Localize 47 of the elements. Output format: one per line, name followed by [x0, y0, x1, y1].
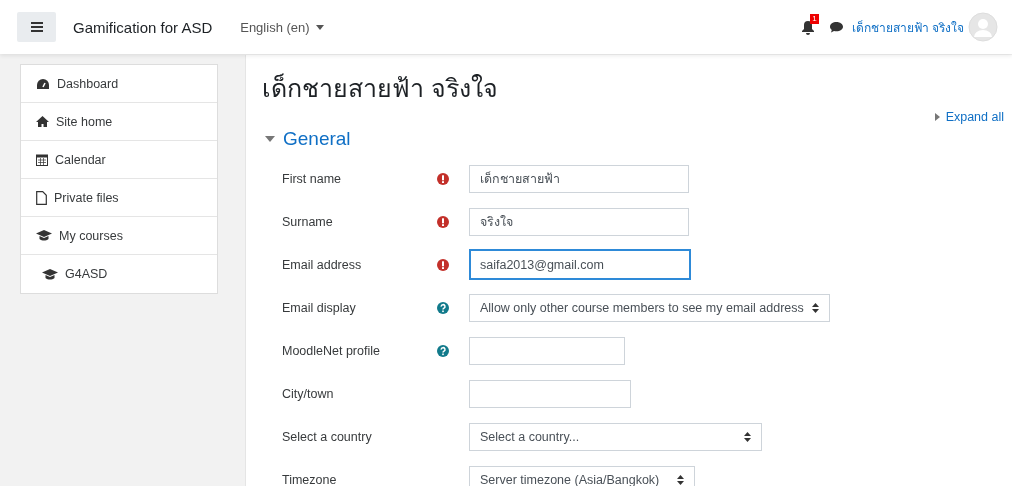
page-title: เด็กชายสายฟ้า จริงใจ [262, 72, 499, 104]
field-label: City/town [281, 386, 335, 401]
menu-button[interactable] [17, 12, 56, 42]
field-label: First name [281, 171, 343, 186]
sidebar-item[interactable]: My courses [21, 217, 217, 255]
text-field[interactable] [469, 336, 625, 365]
select-field[interactable]: Select a country... [469, 422, 762, 451]
field-label: Surname [281, 214, 334, 229]
text-field[interactable]: เด็กชายสายฟ้า [469, 164, 689, 193]
caret-icon [934, 113, 940, 121]
field-label: Email address [281, 257, 363, 272]
field-label: Email display [281, 300, 357, 315]
select-field[interactable]: Server timezone (Asia/Bangkok) [469, 465, 695, 486]
field-label: Timezone [281, 472, 338, 486]
home-icon [36, 116, 49, 127]
sidebar-item[interactable]: Site home [21, 103, 217, 141]
language-menu[interactable]: English (en) [234, 18, 330, 36]
bell-icon[interactable] [800, 19, 815, 35]
sort-icon [744, 431, 751, 442]
sort-icon [811, 302, 819, 313]
calendar-icon [36, 153, 48, 166]
sidebar-item[interactable]: G4ASD [21, 255, 217, 293]
caret-icon [265, 136, 275, 142]
dashboard-icon [36, 77, 50, 90]
help-icon[interactable] [437, 344, 449, 357]
file-icon [36, 190, 47, 205]
text-field[interactable]: จริงใจ [469, 207, 689, 236]
site-name[interactable]: Gamification for ASD [73, 18, 213, 36]
graduation-cap-icon [42, 268, 58, 280]
menu-icon [30, 22, 43, 32]
field-label: Select a country [281, 429, 373, 444]
select-field[interactable]: Allow only other course members to see my email address [469, 293, 830, 322]
section-header[interactable]: General [265, 125, 1012, 153]
text-field[interactable] [469, 379, 631, 408]
help-icon[interactable] [437, 301, 449, 314]
chat-icon[interactable] [828, 21, 844, 33]
expand-all-link[interactable]: Expand all [934, 109, 1004, 125]
sort-icon [677, 474, 684, 485]
sidebar-item[interactable]: Dashboard [21, 65, 217, 103]
sidebar-item[interactable]: Private files [21, 179, 217, 217]
text-field[interactable]: saifa2013@gmail.com [469, 249, 691, 280]
notification-count: 1 [810, 13, 819, 24]
sidebar-item[interactable]: Calendar [21, 141, 217, 179]
user-name[interactable]: เด็กชายสายฟ้า จริงใจ [851, 17, 964, 37]
graduation-cap-icon [36, 230, 52, 241]
caret-icon [315, 24, 324, 30]
field-label: MoodleNet profile [281, 343, 381, 358]
